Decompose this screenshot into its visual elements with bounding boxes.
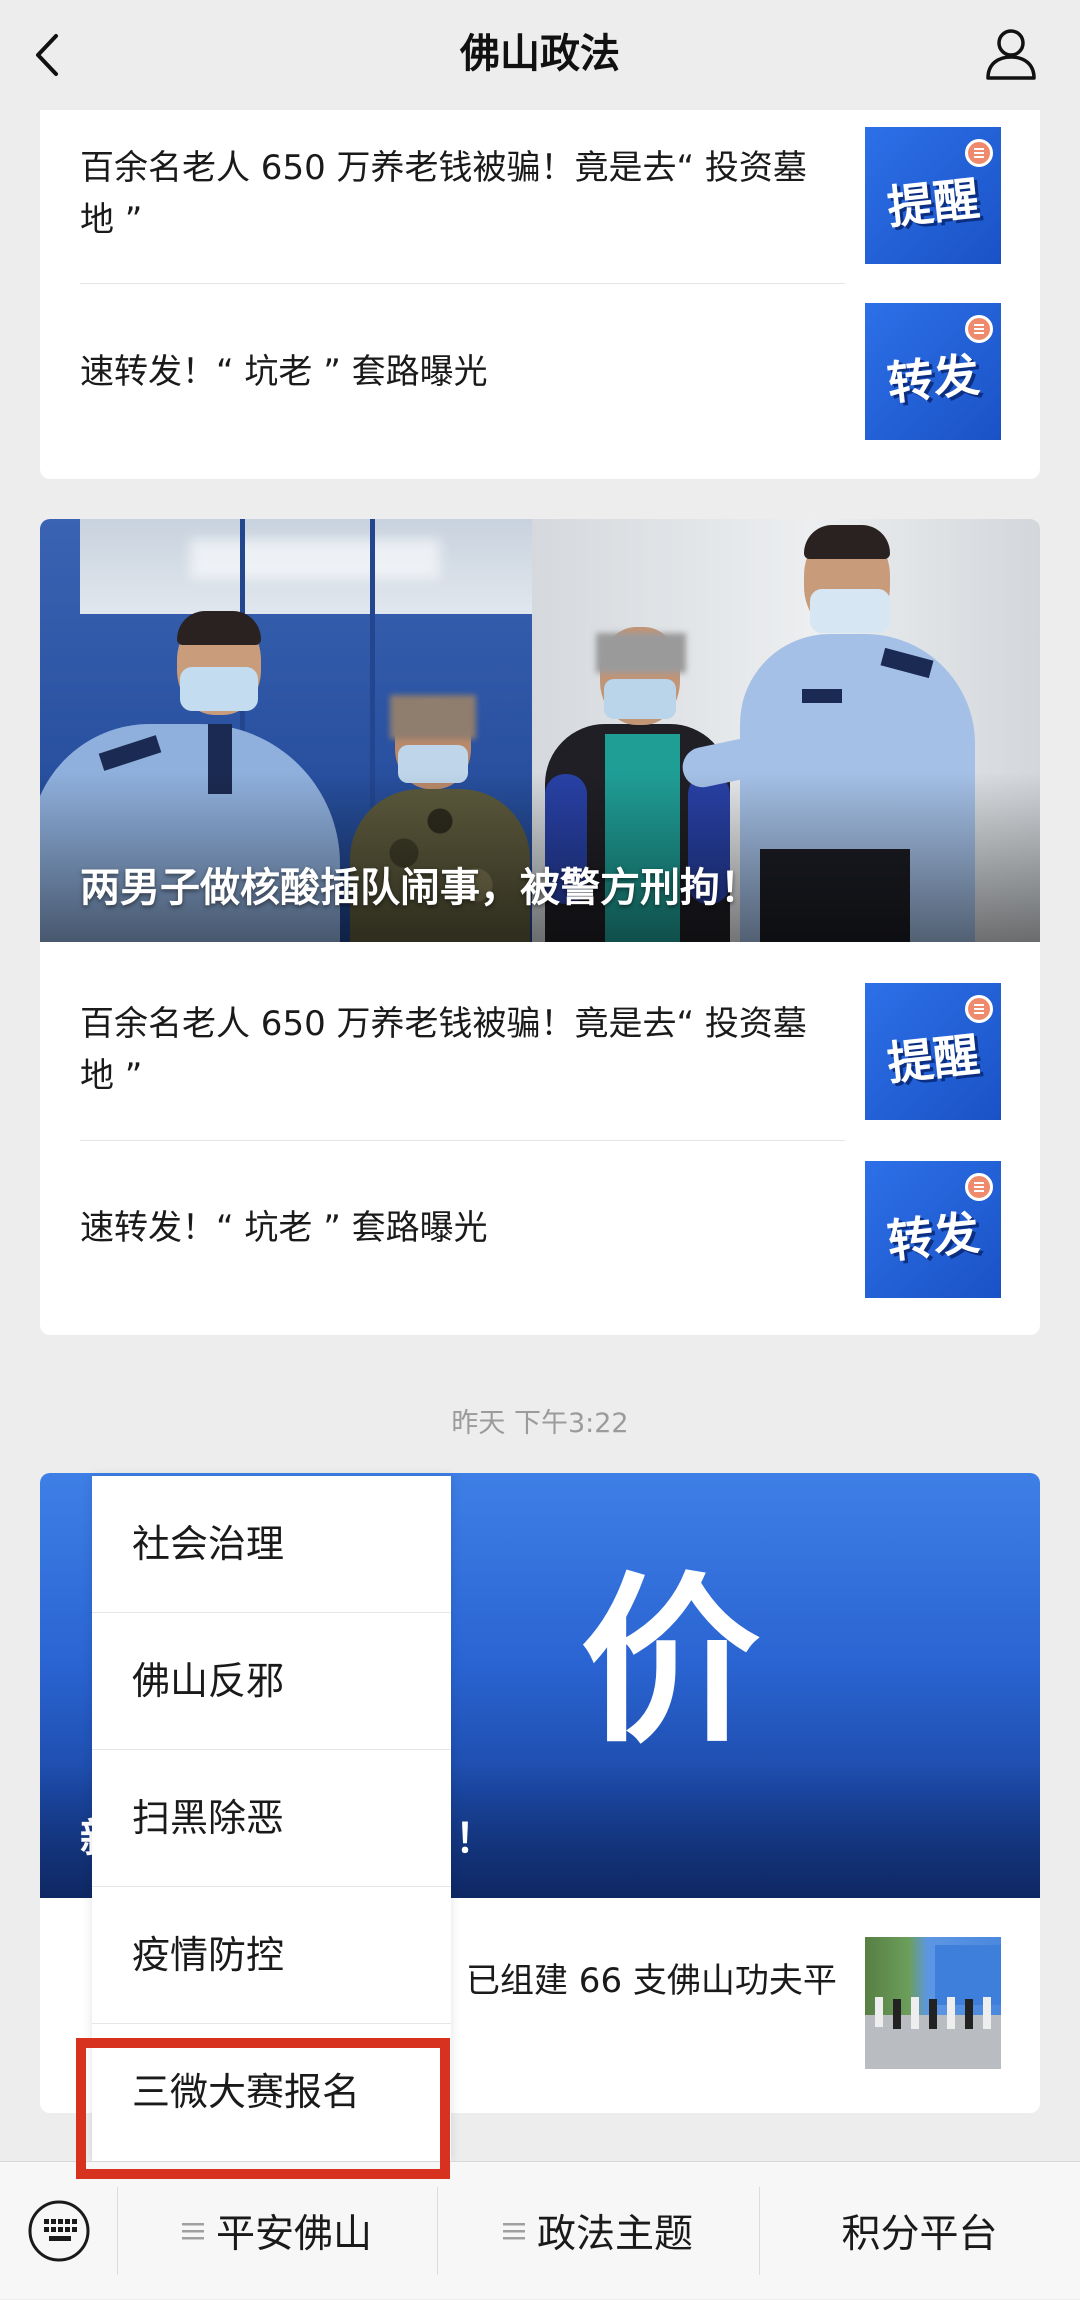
top-nav-bar: 佛山政法 [0, 0, 1080, 110]
photo-man-mask [604, 679, 676, 719]
hero-caption: 两男子做核酸插队闹事，被警方刑拘！ [80, 865, 760, 911]
article-thumbnail[interactable]: 转发 [865, 1161, 1001, 1298]
photo-officer-mask [810, 589, 890, 633]
submenu-icon [502, 2223, 525, 2240]
photo-performer [983, 1997, 991, 2029]
article-card: 两男子做核酸插队闹事，被警方刑拘！ 百余名老人 650 万养老钱被骗！竟是去“ … [40, 519, 1040, 1335]
bottom-menu-bar: 平安佛山 政法主题 积分平台 [0, 2161, 1080, 2299]
hero-shade [40, 772, 1040, 942]
photo-performer [875, 1997, 883, 2027]
photo-blur [596, 633, 686, 673]
photo-officer-hair [804, 525, 890, 559]
article-title-line: 速转发！“ 坑老 ” 套路曝光 [80, 1208, 488, 1248]
message-timestamp: 昨天 下午3:22 [451, 1408, 629, 1439]
page-title: 佛山政法 [460, 31, 620, 77]
person-icon[interactable] [982, 26, 1040, 82]
article-title-line: 百余名老人 650 万养老钱被骗！竟是去“ 投资墓 [80, 1004, 807, 1044]
article-title[interactable]: 速转发！“ 坑老 ” 套路曝光 [80, 1202, 488, 1254]
submenu-icon [181, 2223, 204, 2240]
tab-label: 政法主题 [536, 2212, 693, 2257]
menu-item-epidemic-control[interactable]: 疫情防控 [92, 1887, 451, 2024]
chat-bubble-icon [965, 315, 993, 343]
highlight-box [76, 2038, 450, 2179]
photo-performer [947, 1997, 955, 2029]
article-title-line: 地 ” [80, 200, 143, 240]
photo-blur [390, 695, 476, 739]
divider [80, 1140, 845, 1141]
article-title[interactable]: 速转发！“ 坑老 ” 套路曝光 [80, 346, 488, 398]
photo-officer-badge [802, 689, 842, 703]
hero-big-text: 价 [580, 1558, 761, 1767]
photo-sign [190, 539, 440, 579]
menu-item-anti-crime[interactable]: 扫黑除恶 [92, 1750, 451, 1887]
article-title[interactable]: 百余名老人 650 万养老钱被骗！竟是去“ 投资墓 地 ” [80, 998, 807, 1102]
divider [80, 283, 845, 284]
chat-bubble-icon [965, 139, 993, 167]
article-thumbnail[interactable]: 提醒 [865, 983, 1001, 1120]
article-thumbnail[interactable]: 转发 [865, 303, 1001, 440]
article-title[interactable]: 已组建 66 支佛山功夫平 [466, 1955, 837, 2007]
article-title[interactable]: 百余名老人 650 万养老钱被骗！竟是去“ 投资墓 地 ” [80, 142, 807, 246]
article-title-line: 地 ” [80, 1056, 143, 1096]
photo-performer [965, 1999, 973, 2029]
chat-bubble-icon [965, 1173, 993, 1201]
photo-officer-hair [177, 611, 261, 645]
photo-performer [893, 1999, 901, 2029]
photo-officer-mask [180, 667, 258, 711]
article-title-line: 速转发！“ 坑老 ” 套路曝光 [80, 352, 488, 392]
photo-performer [911, 1997, 919, 2029]
photo-performer [929, 1999, 937, 2029]
hero-image[interactable]: 两男子做核酸插队闹事，被警方刑拘！ [40, 519, 1040, 942]
tab-label: 平安佛山 [215, 2212, 372, 2257]
chat-bubble-icon [965, 995, 993, 1023]
hero-caption-end: ！ [455, 1816, 495, 1862]
tab-zhengfa-topics[interactable]: 政法主题 [437, 2162, 759, 2300]
photo-banner [935, 1945, 1001, 2005]
menu-item-anti-cult[interactable]: 佛山反邪 [92, 1613, 451, 1750]
article-title-line: 百余名老人 650 万养老钱被骗！竟是去“ 投资墓 [80, 148, 807, 188]
tab-pingan-foshan[interactable]: 平安佛山 [117, 2162, 437, 2300]
menu-item-social-governance[interactable]: 社会治理 [92, 1476, 451, 1613]
tab-points-platform[interactable]: 积分平台 [759, 2162, 1080, 2300]
article-thumbnail[interactable] [865, 1937, 1001, 2069]
article-card: 百余名老人 650 万养老钱被骗！竟是去“ 投资墓 地 ” 提醒 速转发！“ 坑… [40, 90, 1040, 479]
keyboard-icon[interactable] [27, 2199, 91, 2263]
tab-label: 积分平台 [841, 2212, 998, 2257]
article-thumbnail[interactable]: 提醒 [865, 127, 1001, 264]
